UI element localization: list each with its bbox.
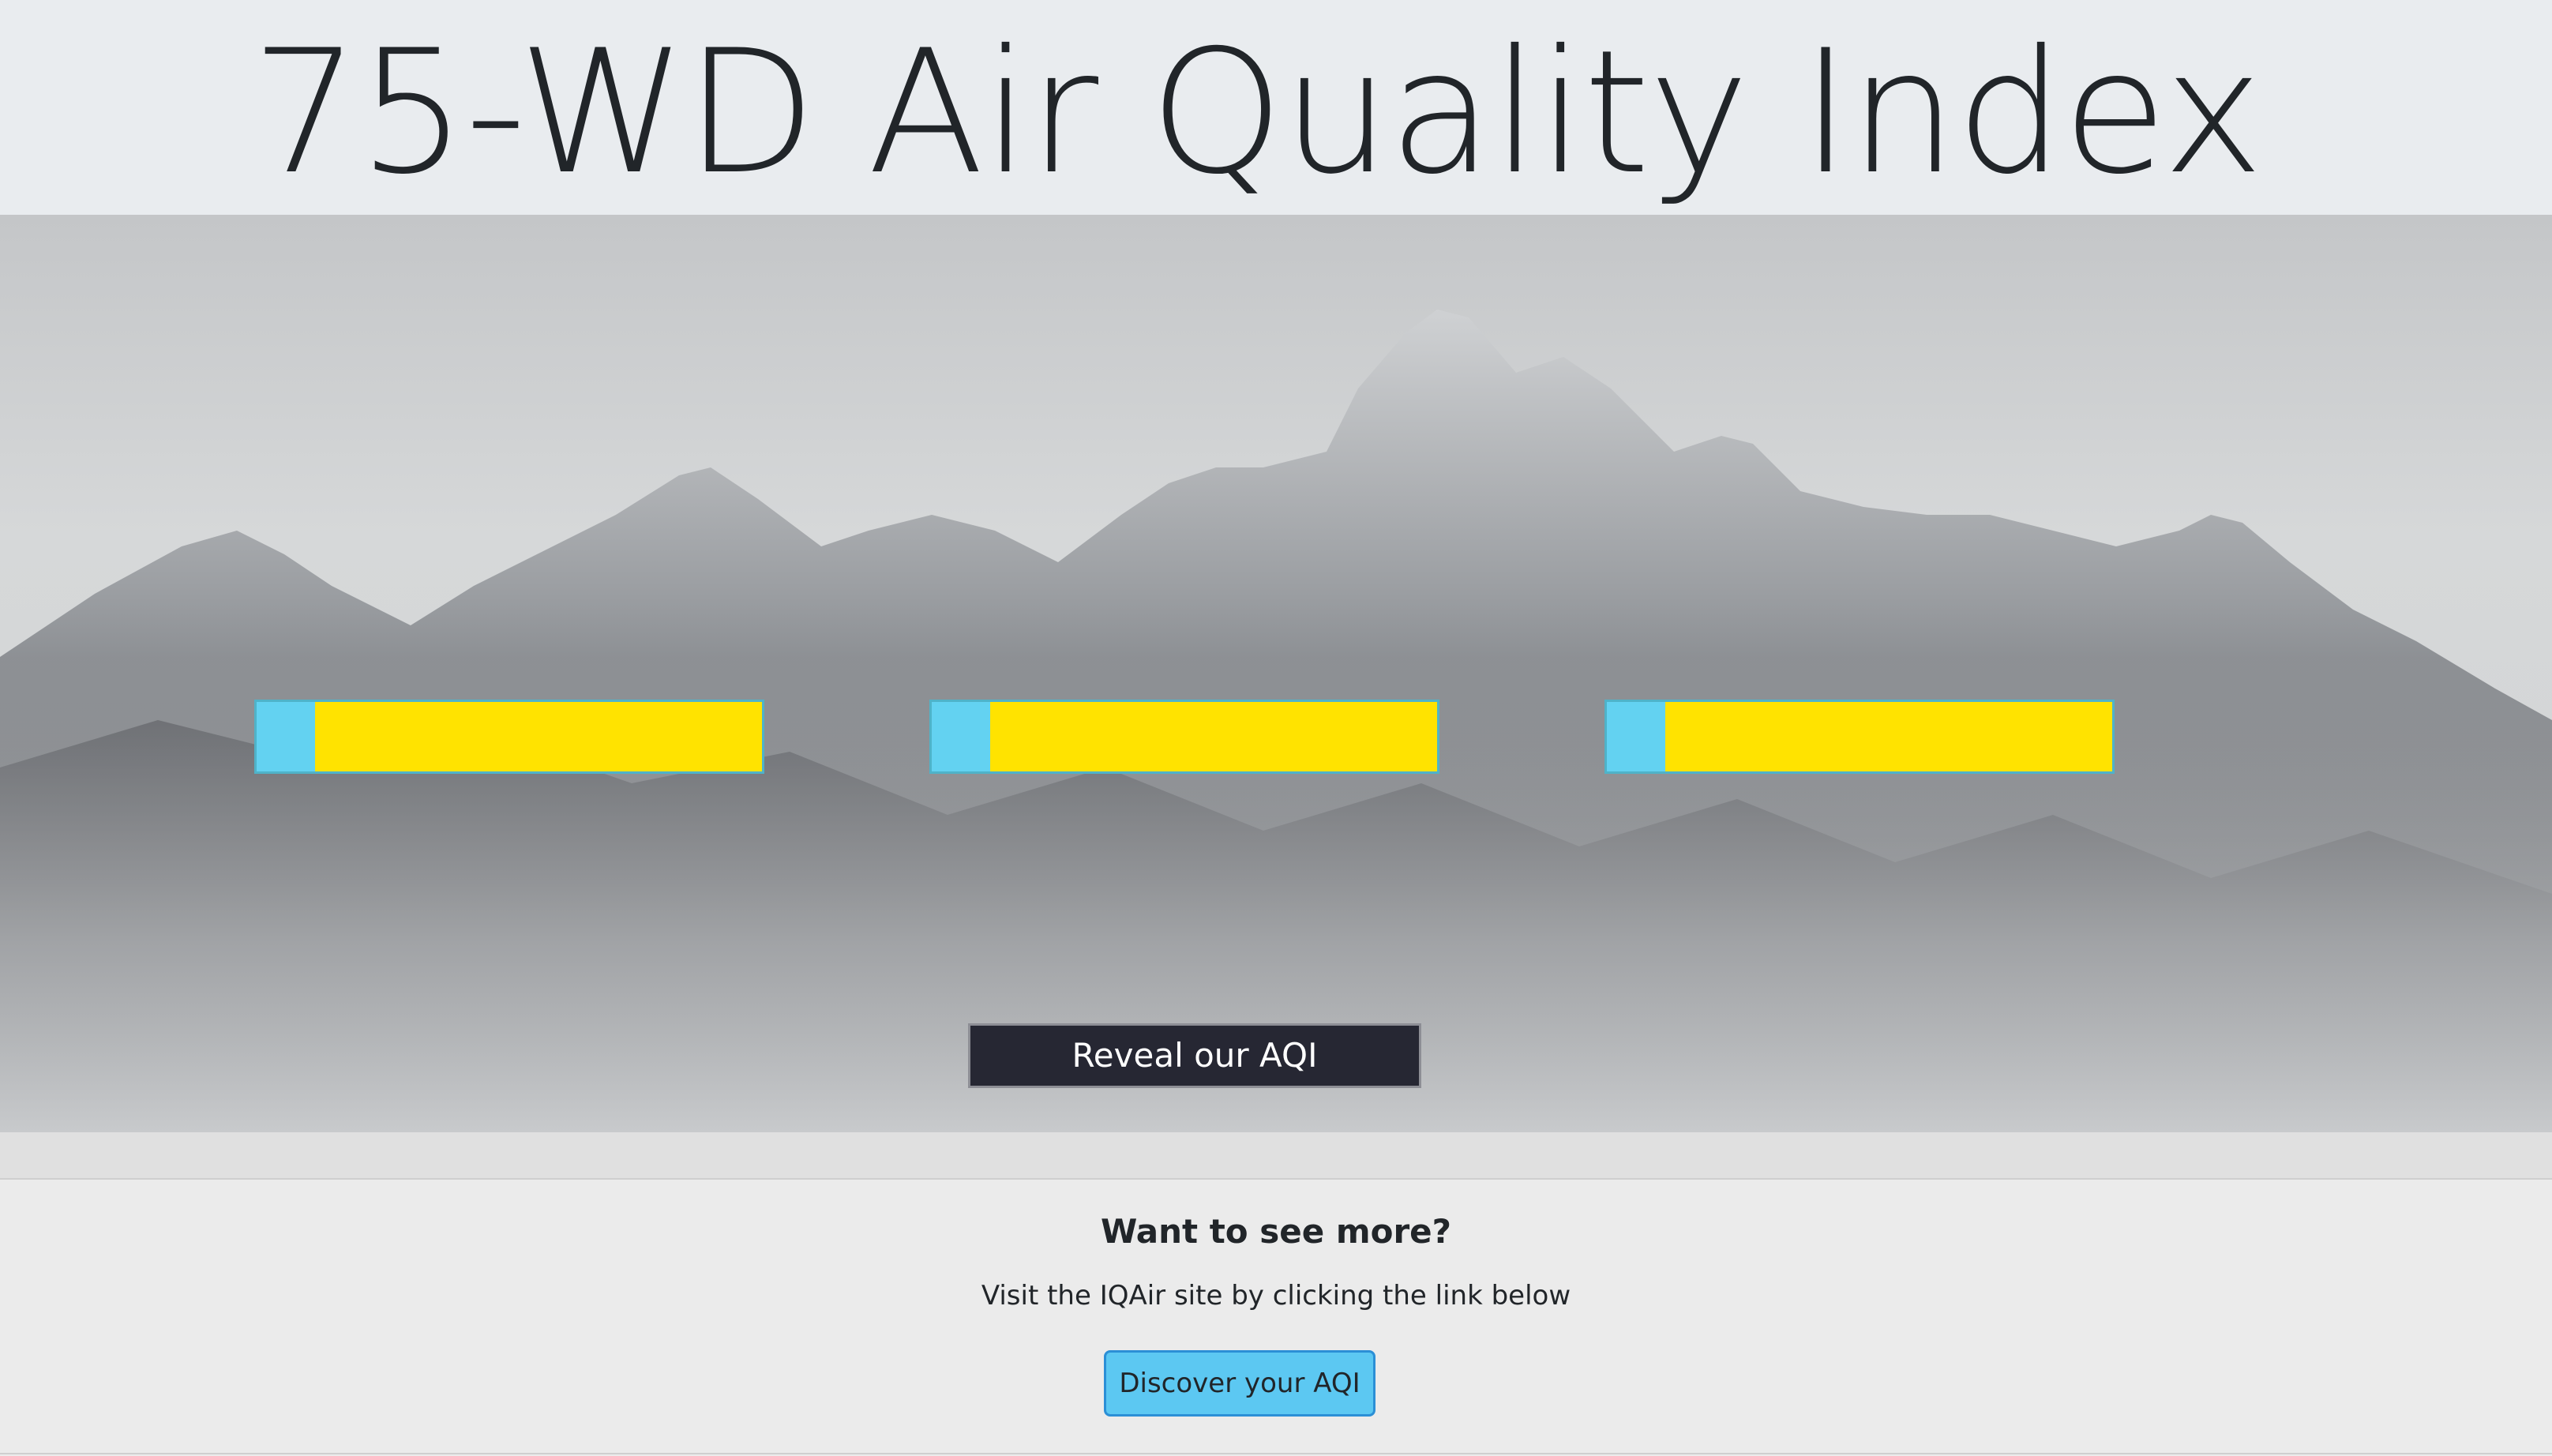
page-title: 75-WD Air Quality Index	[251, 13, 2264, 212]
aqi-bar-2-fill	[932, 702, 990, 771]
page-header: 75-WD Air Quality Index	[0, 0, 2552, 215]
discover-aqi-button[interactable]: Discover your AQI	[1104, 1350, 1375, 1417]
footer-heading: Want to see more?	[1100, 1212, 1452, 1251]
footer-section: Want to see more? Visit the IQAir site b…	[0, 1180, 2552, 1456]
aqi-bar-3	[1604, 700, 2115, 774]
aqi-bar-3-fill	[1607, 702, 1665, 771]
section-divider	[0, 1132, 2552, 1180]
aqi-bar-2	[929, 700, 1439, 774]
aqi-bar-1-fill	[257, 702, 315, 771]
aqi-bar-1	[254, 700, 764, 774]
footer-description: Visit the IQAir site by clicking the lin…	[981, 1280, 1571, 1312]
hero-section: Reveal our AQI	[0, 215, 2552, 1132]
reveal-aqi-button[interactable]: Reveal our AQI	[968, 1023, 1421, 1088]
bottom-divider	[0, 1453, 2552, 1454]
mountain-background-image	[0, 215, 2552, 1132]
